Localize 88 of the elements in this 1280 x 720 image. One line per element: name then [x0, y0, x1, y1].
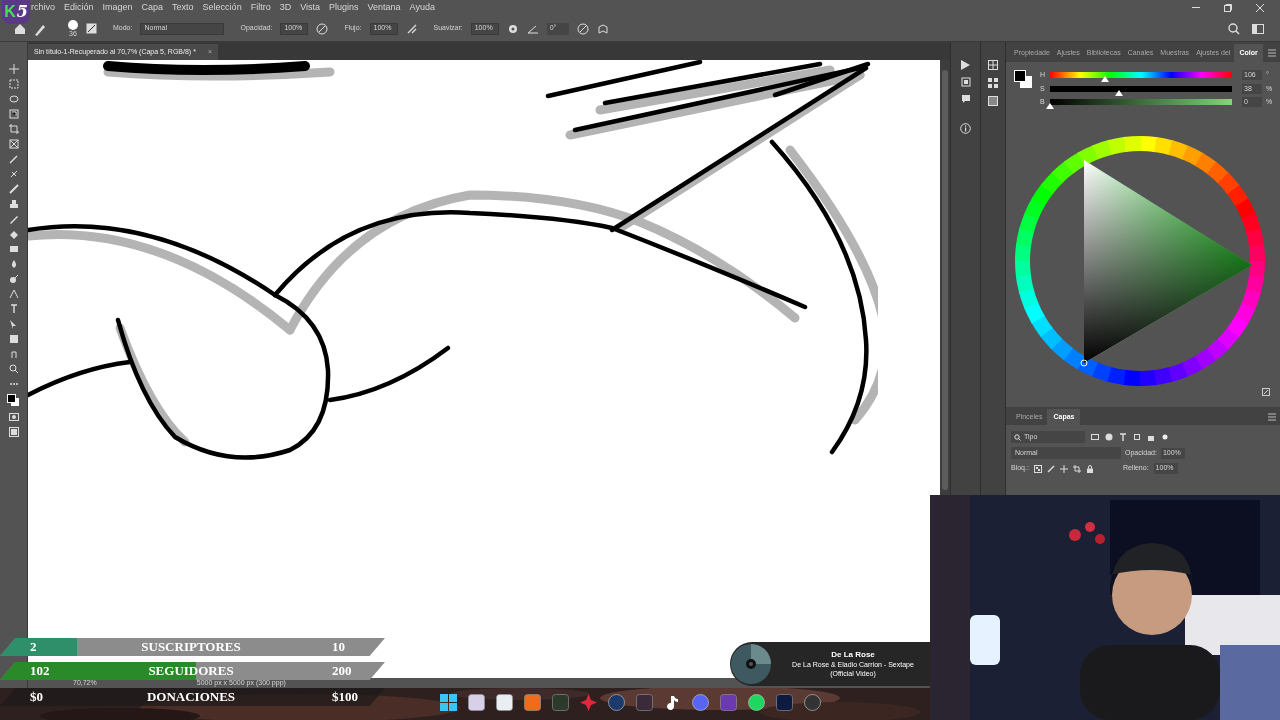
- menu-item[interactable]: Edición: [64, 1, 94, 15]
- layer-filter-icon[interactable]: [1119, 433, 1127, 441]
- swatch-grid-icon[interactable]: [988, 60, 998, 70]
- goal-label: DONACIONES: [145, 688, 237, 707]
- goal-current: $0: [29, 688, 44, 707]
- tool-icon[interactable]: [8, 199, 19, 209]
- quick-mask-icon[interactable]: [8, 412, 19, 422]
- start-icon[interactable]: [440, 694, 457, 711]
- menu-item[interactable]: Vista: [300, 1, 320, 15]
- menu-item[interactable]: Selección: [202, 1, 242, 15]
- settings-icon[interactable]: [506, 22, 519, 35]
- menu-item[interactable]: 3D: [279, 1, 292, 15]
- color-swatches-icon[interactable]: [7, 394, 20, 407]
- track-artist: De La Rose: [831, 649, 875, 662]
- menu-item[interactable]: Filtro: [250, 1, 271, 15]
- tool-icon[interactable]: [8, 334, 19, 344]
- close-icon[interactable]: [1256, 4, 1264, 12]
- panel-icon[interactable]: [960, 77, 971, 87]
- pressure-size-icon[interactable]: [576, 22, 589, 35]
- tool-icon[interactable]: [8, 229, 19, 239]
- home-icon[interactable]: [14, 22, 26, 35]
- tool-icon[interactable]: [8, 169, 19, 179]
- tool-icon[interactable]: [8, 304, 19, 314]
- album-disc-icon: [730, 643, 772, 685]
- tool-icon[interactable]: [8, 109, 19, 119]
- logo-letter: K: [4, 4, 16, 20]
- menu-icon[interactable]: [1268, 49, 1276, 57]
- tool-icon[interactable]: [8, 184, 19, 194]
- app-icon[interactable]: [692, 694, 709, 711]
- gradient-icon[interactable]: [988, 96, 998, 106]
- pressure-icon[interactable]: [316, 22, 329, 35]
- tool-icon[interactable]: [8, 154, 19, 164]
- menu-item[interactable]: Ventana: [367, 1, 401, 15]
- tool-icon[interactable]: [8, 64, 19, 74]
- expand-icon[interactable]: [1262, 388, 1270, 396]
- tool-icon[interactable]: [8, 94, 19, 104]
- tool-icon[interactable]: [8, 289, 19, 299]
- info-icon[interactable]: [960, 123, 971, 134]
- search-icon[interactable]: [1228, 22, 1240, 35]
- goal-current: 2: [29, 638, 38, 657]
- lock-icon[interactable]: [1085, 464, 1094, 473]
- menu-item[interactable]: Imagen: [102, 1, 133, 15]
- menu-item[interactable]: Ayuda: [409, 1, 435, 15]
- lock-icon[interactable]: [1072, 464, 1081, 473]
- app-icon[interactable]: [664, 694, 681, 711]
- airbrush-icon[interactable]: [405, 22, 418, 35]
- color-swatches-icon[interactable]: [1014, 70, 1032, 88]
- color-wheel[interactable]: [1014, 135, 1266, 387]
- minimize-icon[interactable]: [1192, 7, 1200, 9]
- goal-target: 200: [331, 662, 352, 681]
- brush-settings-icon[interactable]: [86, 23, 97, 34]
- tool-icon[interactable]: [8, 214, 19, 224]
- symmetry-icon[interactable]: [596, 22, 609, 35]
- tool-icon[interactable]: [8, 349, 19, 359]
- tool-icon[interactable]: [8, 124, 19, 134]
- lock-icon[interactable]: [1059, 464, 1068, 473]
- scrollbar-thumb[interactable]: [942, 70, 948, 490]
- speech-bubble-icon[interactable]: [960, 94, 971, 104]
- restore-icon[interactable]: [1224, 4, 1232, 12]
- menu-item[interactable]: Texto: [172, 1, 194, 15]
- goal-label: SEGUIDORES: [147, 662, 235, 680]
- search-icon: [1014, 433, 1021, 441]
- tool-icon[interactable]: [8, 139, 19, 149]
- lock-icon[interactable]: [1033, 464, 1042, 473]
- app-icon[interactable]: [496, 694, 513, 711]
- app-icon[interactable]: [748, 694, 765, 711]
- menu-item[interactable]: Capa: [141, 1, 164, 15]
- menu-item[interactable]: Plugins: [329, 1, 359, 15]
- menu-icon[interactable]: [1268, 413, 1276, 421]
- menu-item[interactable]: rchivo: [31, 1, 55, 15]
- logo-number: 5: [16, 4, 28, 20]
- tool-icon[interactable]: [8, 244, 19, 254]
- brush-tip-icon[interactable]: [68, 20, 78, 30]
- tool-icon[interactable]: [8, 319, 19, 329]
- app-icon[interactable]: [468, 694, 485, 711]
- goal-label: SUSCRIPTORES: [140, 638, 242, 657]
- goal-target: 10: [331, 638, 345, 657]
- screen-mode-icon[interactable]: [8, 427, 19, 437]
- lock-icon[interactable]: [1046, 464, 1055, 473]
- tool-icon[interactable]: [8, 274, 19, 284]
- tool-icon[interactable]: [8, 79, 19, 89]
- play-icon[interactable]: [961, 60, 970, 70]
- grid-icon[interactable]: [988, 78, 998, 88]
- slider-thumb[interactable]: [1046, 103, 1054, 110]
- goal-target: $100: [331, 688, 358, 707]
- goal-current: 102: [29, 662, 51, 681]
- workspace-icon[interactable]: [1252, 22, 1264, 35]
- tool-icon[interactable]: [8, 364, 19, 374]
